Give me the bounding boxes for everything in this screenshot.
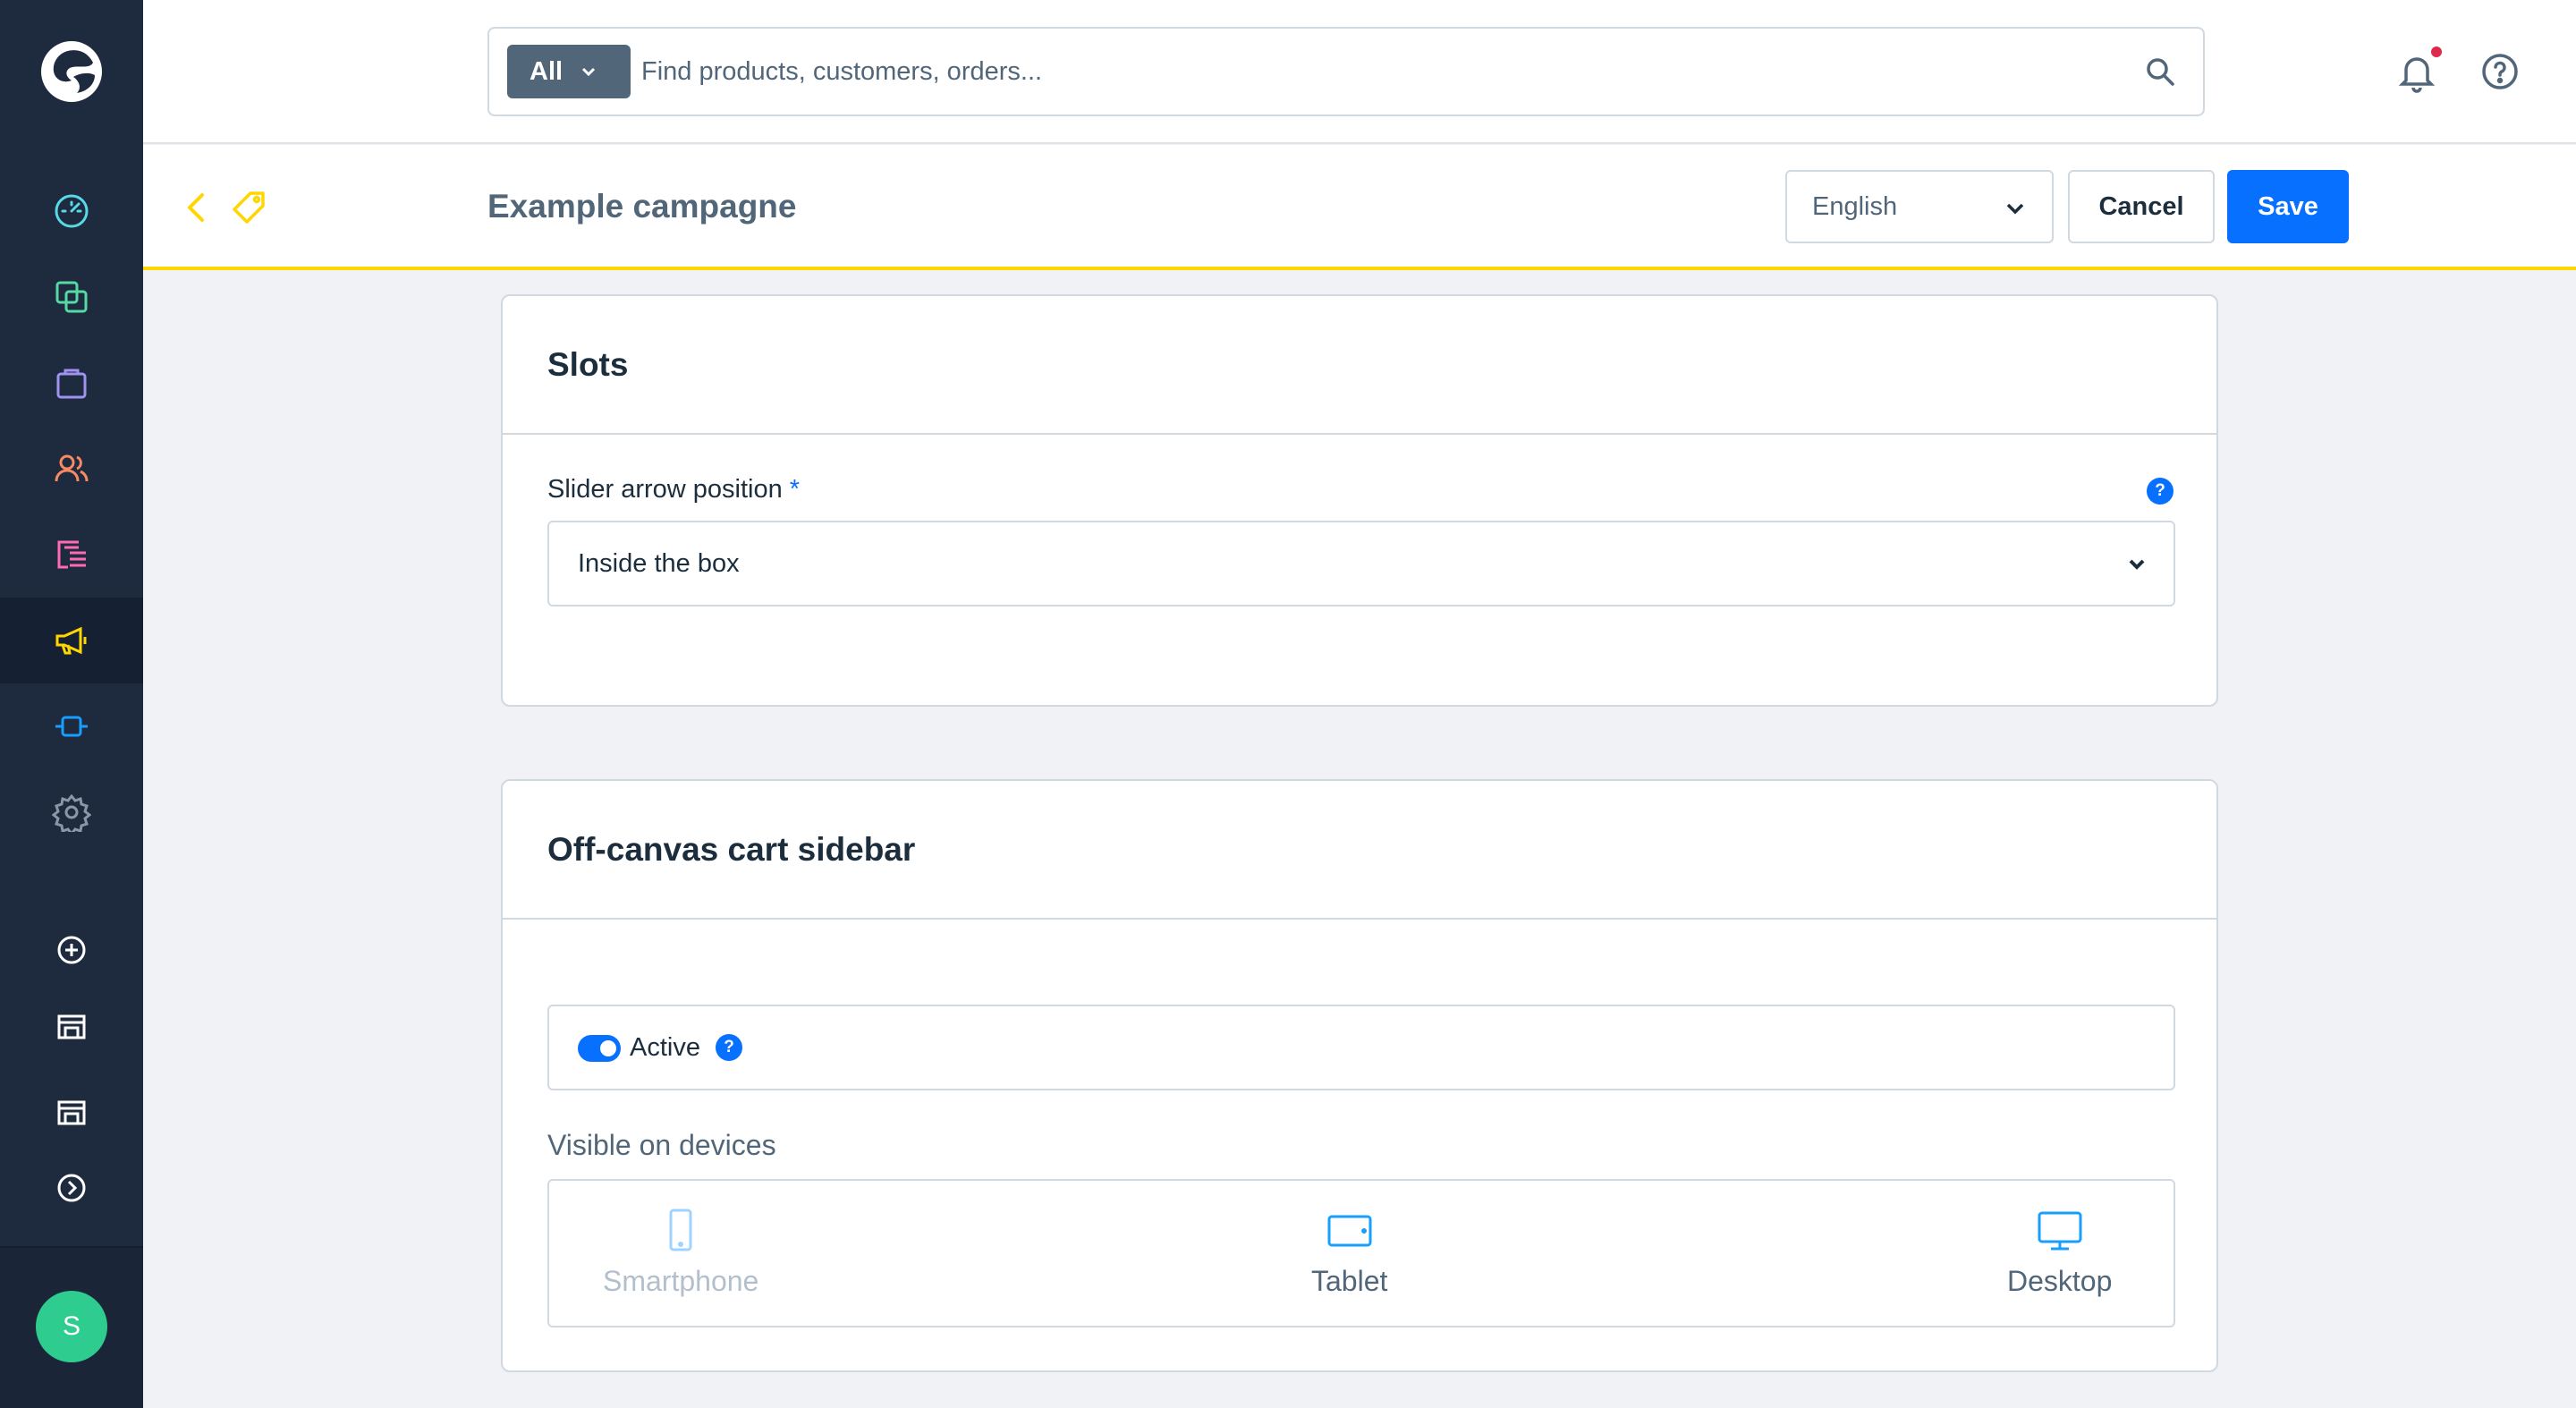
help-icon[interactable] [2480,52,2520,91]
marketing-icon [55,626,87,655]
tag-icon [233,191,265,224]
slider-arrow-position-label: Slider arrow position * [547,475,801,504]
nav-settings[interactable] [0,769,143,855]
active-toggle[interactable] [578,1035,621,1062]
dashboard-icon [55,194,89,228]
cancel-button[interactable]: Cancel [2068,170,2215,243]
nav-catalogues[interactable] [0,254,143,340]
search-input[interactable] [641,45,2072,98]
search-type-dropdown[interactable]: All [507,45,631,98]
chevron-down-icon [2129,559,2145,570]
desktop-icon [2038,1211,2082,1251]
page-title: Example campagne [487,188,797,225]
select-value: Inside the box [578,548,740,578]
search-type-label: All [530,56,564,86]
content-icon [57,540,86,569]
slots-card: Slots Slider arrow position * ? Inside t… [501,294,2218,707]
sidebar-expand[interactable] [0,1145,143,1231]
device-tablet[interactable]: Tablet [1311,1208,1387,1298]
device-label: Smartphone [603,1265,759,1297]
active-label: Active [630,1033,700,1062]
expand-icon [57,1174,86,1202]
smart-bar: Example campagne English Cancel Save [143,145,2576,270]
nav-headless[interactable] [0,1070,143,1156]
headless-icon [57,1100,86,1125]
chevron-down-icon [2006,203,2024,215]
help-icon[interactable]: ? [716,1034,742,1061]
slots-card-title: Slots [503,296,2216,435]
help-icon[interactable]: ? [2147,478,2174,505]
slider-arrow-position-select[interactable]: Inside the box [547,521,2175,606]
settings-icon [52,793,91,832]
nav-orders[interactable] [0,340,143,426]
device-label: Desktop [2007,1265,2113,1297]
customers-icon [55,454,89,482]
active-switch-field: Active ? [547,1005,2175,1090]
global-search: All [487,27,2205,116]
search-icon[interactable] [2144,55,2176,88]
offcanvas-cart-card: Off-canvas cart sidebar Active ? Visible… [501,779,2218,1372]
shopware-logo-icon[interactable] [39,39,104,104]
toggle-knob [600,1040,616,1056]
smartphone-icon [669,1209,692,1251]
save-button[interactable]: Save [2227,170,2349,243]
nav-extensions[interactable] [0,683,143,769]
visible-on-devices-label: Visible on devices [547,1129,776,1161]
storefront-icon [57,1014,86,1039]
device-smartphone[interactable]: Smartphone [603,1208,758,1298]
language-switch[interactable]: English [1785,170,2054,243]
required-indicator: * [789,475,801,504]
nav-customers[interactable] [0,426,143,512]
user-avatar[interactable]: S [36,1291,107,1362]
tablet-icon [1327,1215,1372,1247]
orders-icon [56,369,87,399]
back-arrow-icon[interactable] [181,190,211,225]
extensions-icon [55,716,88,737]
offcanvas-card-title: Off-canvas cart sidebar [503,781,2216,920]
notification-indicator [2429,45,2444,59]
admin-sidebar: S [0,0,143,1408]
nav-storefront[interactable] [0,984,143,1070]
nav-marketing[interactable] [0,598,143,683]
chevron-down-icon [582,67,596,77]
device-label: Tablet [1311,1265,1388,1297]
catalogues-icon [55,281,88,313]
language-label: English [1812,191,1898,221]
device-desktop[interactable]: Desktop [2007,1208,2112,1298]
nav-dashboard[interactable] [0,168,143,254]
top-bar: All [143,0,2576,144]
add-sales-channel-icon [57,936,86,964]
device-visibility-selector: Smartphone Tablet Desktop [547,1179,2175,1327]
nav-content[interactable] [0,512,143,598]
nav-add-sales-channel[interactable] [0,907,143,993]
